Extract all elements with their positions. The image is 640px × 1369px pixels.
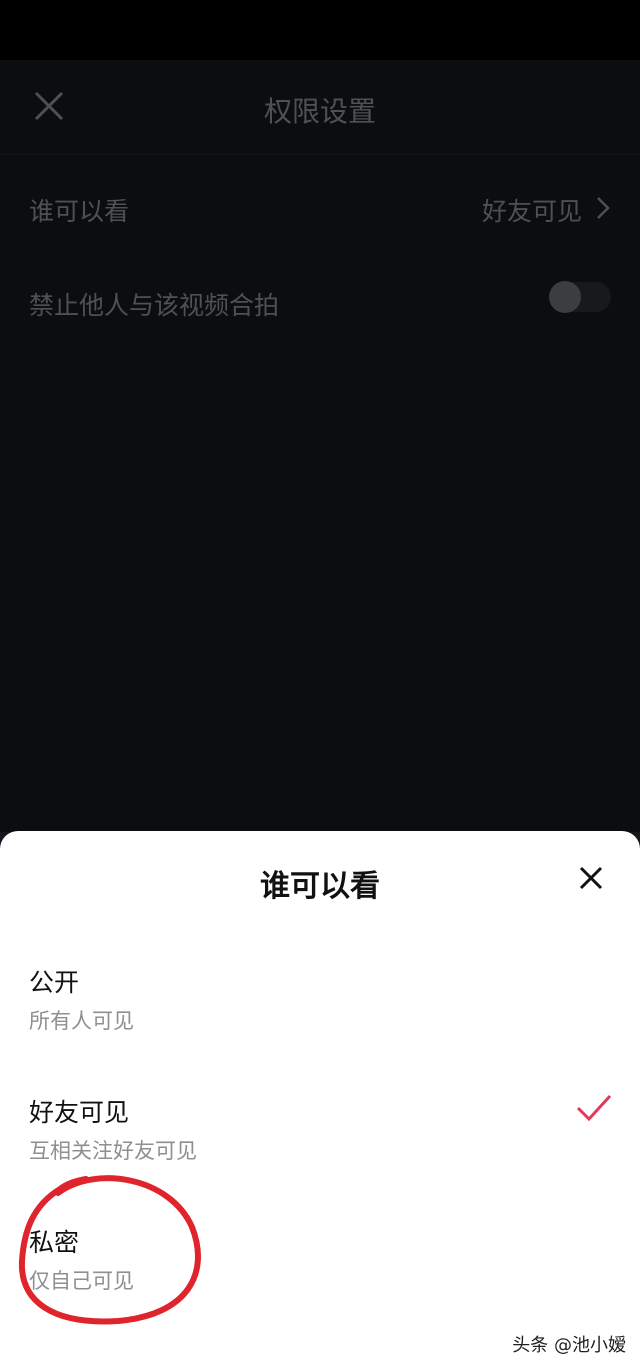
sheet-title: 谁可以看 <box>260 869 380 904</box>
visibility-sheet: 谁可以看 公开 所有人可见 好友可见 互相关注好友可见 私密 仅自己可见 <box>0 831 640 1369</box>
close-icon[interactable] <box>578 865 604 891</box>
option-friends[interactable]: 好友可见 互相关注好友可见 <box>0 1093 640 1203</box>
option-public[interactable]: 公开 所有人可见 <box>0 963 640 1073</box>
option-subtitle: 仅自己可见 <box>29 1269 134 1293</box>
option-subtitle: 所有人可见 <box>29 1009 134 1033</box>
option-title: 公开 <box>29 968 80 997</box>
option-subtitle: 互相关注好友可见 <box>29 1139 197 1163</box>
status-bar <box>0 0 640 60</box>
option-private[interactable]: 私密 仅自己可见 <box>0 1223 640 1333</box>
option-title: 好友可见 <box>29 1098 130 1127</box>
dim-overlay[interactable] <box>0 60 640 832</box>
checkmark-icon <box>576 1094 612 1122</box>
watermark: 头条 @池小嫒 <box>512 1335 626 1356</box>
option-title: 私密 <box>29 1228 80 1257</box>
